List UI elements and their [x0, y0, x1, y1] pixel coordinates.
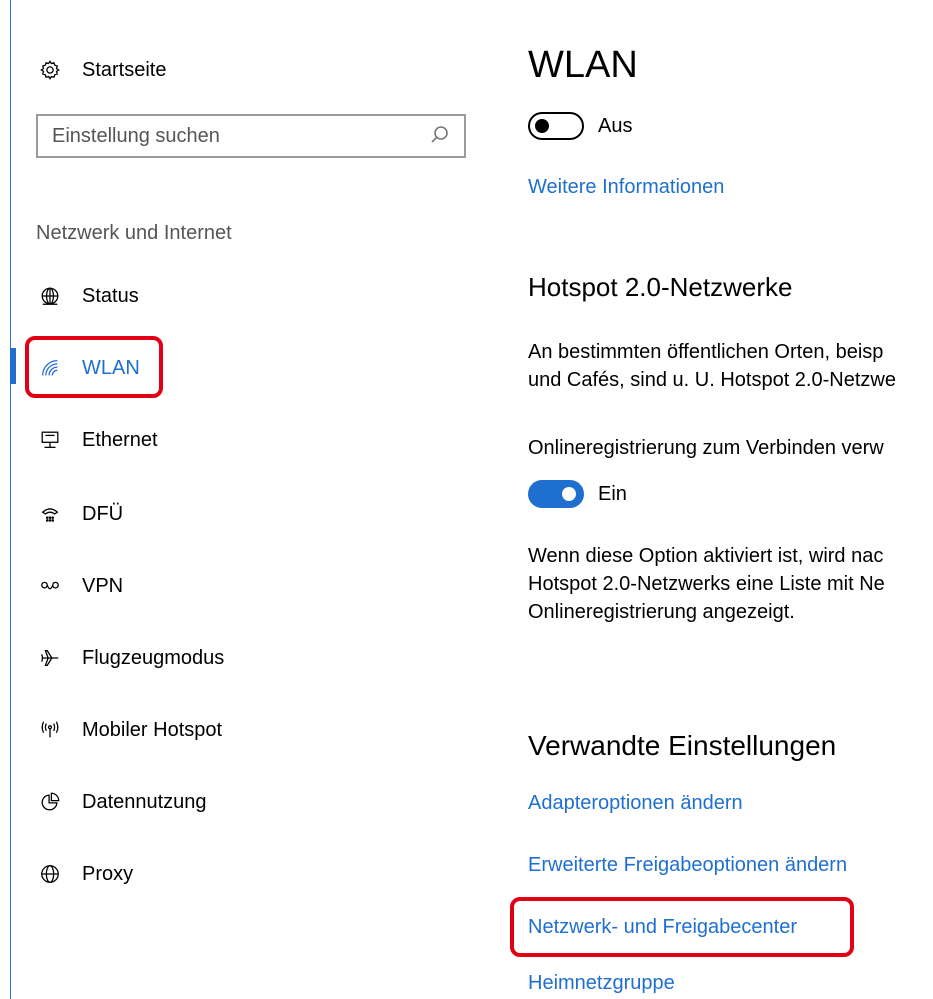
sidebar-item-label: VPN [82, 574, 124, 597]
sidebar-item-label: Flugzeugmodus [82, 646, 225, 669]
sidebar-item-label: DFÜ [82, 502, 124, 525]
sidebar-item-label: Mobiler Hotspot [82, 718, 223, 741]
wifi-toggle-row: Aus [528, 112, 632, 140]
ethernet-icon [36, 429, 64, 451]
sidebar-item-mobiler-hotspot[interactable]: Mobiler Hotspot [36, 712, 222, 748]
window-left-border [10, 0, 11, 999]
more-info-link[interactable]: Weitere Informationen [528, 176, 724, 199]
search-input[interactable] [38, 124, 464, 148]
online-registration-toggle-label: Ein [598, 482, 627, 505]
hotspot-heading: Hotspot 2.0-Netzwerke [528, 272, 793, 302]
sidebar-home[interactable]: Startseite [36, 52, 166, 88]
related-settings-heading: Verwandte Einstellungen [528, 730, 837, 761]
sidebar-item-label: Proxy [82, 862, 134, 885]
online-registration-toggle-row: Ein [528, 480, 627, 508]
vpn-icon [36, 575, 64, 597]
sidebar-item-proxy[interactable]: Proxy [36, 856, 133, 892]
highlight-box-network-center [510, 897, 854, 957]
sidebar-section-title: Netzwerk und Internet [36, 222, 232, 244]
page-title: WLAN [528, 44, 638, 86]
wifi-toggle-label: Aus [598, 114, 633, 137]
advanced-sharing-link[interactable]: Erweiterte Freigabeoptionen ändern [528, 854, 847, 877]
sidebar-item-label: Ethernet [82, 428, 158, 451]
globe-icon [36, 863, 64, 885]
gear-icon [36, 59, 64, 81]
search-icon[interactable] [430, 125, 450, 145]
settings-window: Startseite Netzwerk und Internet Status [0, 0, 933, 999]
hotspot-description-line: und Cafés, sind u. U. Hotspot 2.0-Netzwe [528, 369, 896, 391]
hotspot-icon [36, 719, 64, 741]
homegroup-link[interactable]: Heimnetzgruppe [528, 972, 675, 995]
hotspot-description-line: An bestimmten öffentlichen Orten, beisp [528, 341, 884, 363]
online-registration-label: Onlineregistrierung zum Verbinden verw [528, 437, 884, 459]
sidebar-item-datennutzung[interactable]: Datennutzung [36, 784, 207, 820]
sidebar-item-vpn[interactable]: VPN [36, 568, 123, 604]
sidebar-item-status[interactable]: Status [36, 278, 139, 314]
globe-status-icon [36, 285, 64, 307]
sidebar-item-flugzeugmodus[interactable]: Flugzeugmodus [36, 640, 224, 676]
airplane-icon [36, 647, 64, 669]
toggle-knob [535, 119, 549, 133]
dialup-icon [36, 503, 64, 525]
sidebar-item-dfu[interactable]: DFÜ [36, 496, 123, 532]
adapter-options-link[interactable]: Adapteroptionen ändern [528, 792, 743, 815]
pie-chart-icon [36, 791, 64, 813]
online-registration-toggle[interactable] [528, 480, 584, 508]
wifi-toggle[interactable] [528, 112, 584, 140]
note-line: Onlineregistrierung angezeigt. [528, 601, 795, 623]
toggle-knob [562, 487, 576, 501]
sidebar-item-ethernet[interactable]: Ethernet [36, 422, 158, 458]
sidebar-home-label: Startseite [82, 58, 167, 81]
sidebar-item-label: Datennutzung [82, 790, 207, 813]
active-indicator-bar [10, 348, 16, 384]
search-box[interactable] [36, 114, 466, 158]
hotspot-description: An bestimmten öffentlichen Orten, beisp … [528, 338, 933, 394]
highlight-box-wlan [25, 336, 163, 398]
sidebar-item-label: Status [82, 284, 139, 307]
note-line: Hotspot 2.0-Netzwerks eine Liste mit Ne [528, 573, 885, 595]
online-registration-note: Wenn diese Option aktiviert ist, wird na… [528, 542, 933, 626]
note-line: Wenn diese Option aktiviert ist, wird na… [528, 545, 884, 567]
